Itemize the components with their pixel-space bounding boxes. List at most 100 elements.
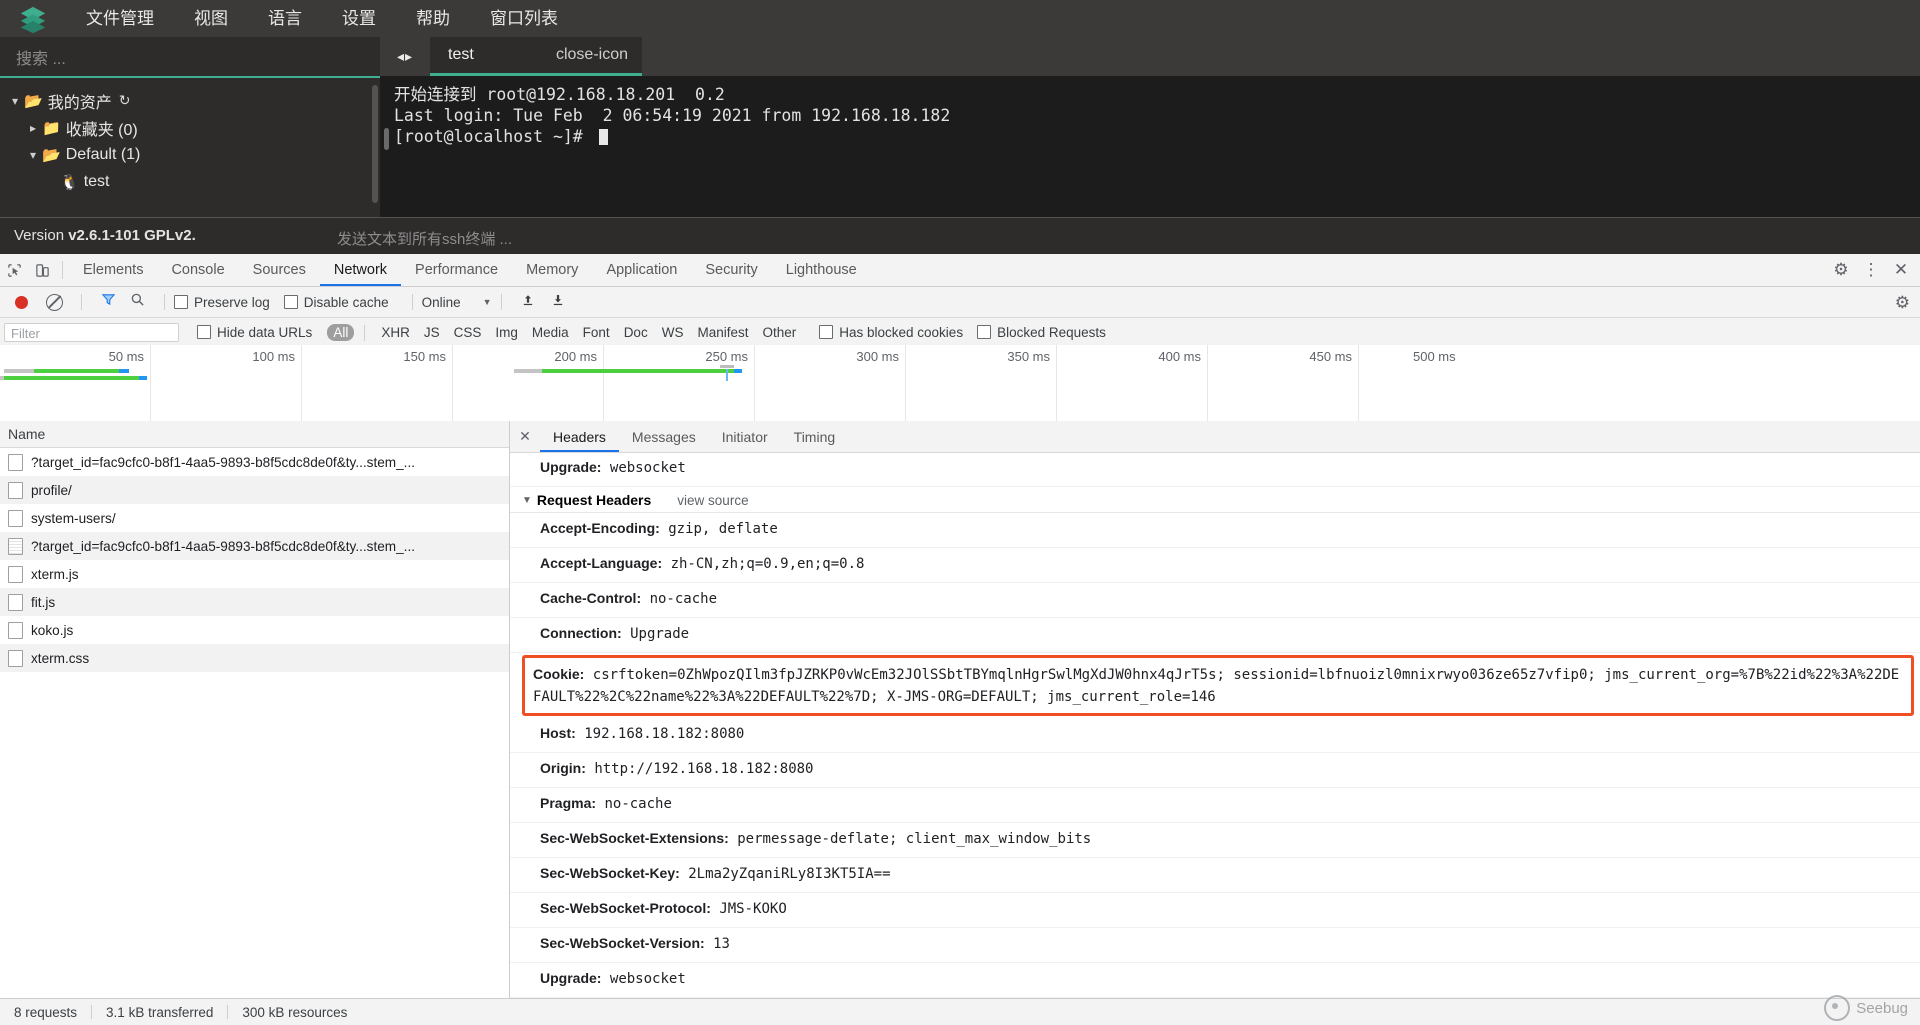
script-doc-icon [8,594,23,611]
has-blocked-cookies-checkbox[interactable]: Has blocked cookies [819,325,963,340]
chevron-down-icon[interactable]: ▾ [6,94,24,108]
sidebar-scrollbar[interactable] [372,85,378,203]
tab-memory[interactable]: Memory [512,255,592,286]
checkbox-box[interactable] [819,325,833,339]
table-row[interactable]: ?target_id=fac9cfc0-b8f1-4aa5-9893-b8f5c… [0,448,509,476]
terminal-output[interactable]: 开始连接到 root@192.168.18.201 0.2 Last login… [380,76,1920,217]
close-icon[interactable]: ✕ [510,428,540,445]
detail-tab-initiator[interactable]: Initiator [709,422,781,452]
funnel-filter-icon[interactable] [101,292,116,312]
tab-lighthouse[interactable]: Lighthouse [772,255,871,286]
request-name: koko.js [31,623,73,638]
header-value: gzip, deflate [668,521,778,537]
tree-node-test-host[interactable]: 🐧 test [0,168,380,195]
timeline-tick: 100 ms [252,349,295,364]
tree-node-favorites[interactable]: ▸ 📁 收藏夹 (0) [0,114,380,141]
table-row[interactable]: koko.js [0,616,509,644]
header-value: websocket [610,460,686,476]
headers-list[interactable]: Upgrade: websocket ▼ Request Headers vie… [510,452,1920,1025]
table-row[interactable]: ?target_id=fac9cfc0-b8f1-4aa5-9893-b8f5c… [0,532,509,560]
triangle-down-icon[interactable]: ▼ [522,495,532,506]
table-row[interactable]: system-users/ [0,504,509,532]
detail-tab-messages[interactable]: Messages [619,422,709,452]
tab-console[interactable]: Console [157,255,238,286]
table-row[interactable]: profile/ [0,476,509,504]
tree-node-default[interactable]: ▾ 📂 Default (1) [0,141,380,168]
filter-type-css[interactable]: CSS [448,324,488,341]
request-name: system-users/ [31,511,116,526]
checkbox-box[interactable] [284,295,298,309]
clear-circle-slash-icon[interactable] [46,294,63,311]
filter-type-ws[interactable]: WS [656,324,690,341]
tab-application[interactable]: Application [592,255,691,286]
header-row: Cache-Control: no-cache [510,583,1920,618]
header-row: Connection: Upgrade [510,618,1920,653]
throttling-select[interactable]: Online ▼ [422,295,492,310]
tab-network[interactable]: Network [320,255,401,286]
close-icon[interactable]: ✕ [1886,255,1916,285]
tab-elements[interactable]: Elements [69,255,157,286]
tab-performance[interactable]: Performance [401,255,512,286]
menu-language[interactable]: 语言 [248,0,322,37]
device-toolbar-icon[interactable] [28,256,56,284]
blocked-requests-checkbox[interactable]: Blocked Requests [977,325,1106,340]
filter-input[interactable]: Filter [4,323,179,342]
import-har-up-arrow-icon[interactable] [521,293,535,312]
detail-tab-headers[interactable]: Headers [540,422,619,452]
header-row: Pragma: no-cache [510,788,1920,823]
table-row[interactable]: fit.js [0,588,509,616]
hide-data-urls-checkbox[interactable]: Hide data URLs [197,325,312,340]
tree-node-my-assets[interactable]: ▾ 📂 我的资产 ↻ [0,87,380,114]
chevron-right-icon[interactable]: ▸ [24,121,42,135]
export-har-down-arrow-icon[interactable] [551,293,565,312]
menu-window-list[interactable]: 窗口列表 [470,0,578,37]
search-icon[interactable] [130,292,145,312]
filter-type-xhr[interactable]: XHR [375,324,416,341]
asset-search-input[interactable]: 搜索 ... [0,37,380,78]
detail-tab-timing[interactable]: Timing [781,422,849,452]
close-icon[interactable]: close-icon [556,46,628,64]
menu-file-management[interactable]: 文件管理 [66,0,174,37]
header-value: JMS-KOKO [719,901,786,917]
filter-type-media[interactable]: Media [526,324,575,341]
menu-settings[interactable]: 设置 [322,0,396,37]
network-settings-gear-icon[interactable]: ⚙ [1895,293,1910,313]
request-headers-section[interactable]: ▼ Request Headers view source [510,487,1920,513]
send-to-all-terminals-input[interactable]: 发送文本到所有ssh终端 ... [337,228,512,249]
folder-open-icon: 📂 [24,92,43,110]
terminal-tab-test[interactable]: test close-icon [430,37,642,76]
table-row[interactable]: xterm.js [0,560,509,588]
tab-security[interactable]: Security [691,255,771,286]
header-value: 2Lma2yZqaniRLy8I3KT5IA== [688,866,890,882]
inspect-cursor-icon[interactable] [0,256,28,284]
version-prefix: Version [14,227,68,244]
devtools-tabbar-actions: ⚙ ⋮ ✕ [1826,254,1916,286]
filter-type-font[interactable]: Font [577,324,616,341]
terminal-scrollbar[interactable] [384,128,389,150]
filter-type-js[interactable]: JS [418,324,446,341]
gear-icon[interactable]: ⚙ [1826,255,1856,285]
menu-view[interactable]: 视图 [174,0,248,37]
checkbox-box[interactable] [197,325,211,339]
header-value: 192.168.18.182:8080 [584,726,744,742]
filter-type-all[interactable]: All [327,324,354,341]
prev-next-arrows-icon[interactable]: ◂▸ [380,37,430,76]
record-stop-icon[interactable] [15,296,28,309]
refresh-icon[interactable]: ↻ [119,92,131,109]
preserve-log-checkbox[interactable]: Preserve log [174,295,270,310]
chevron-down-icon[interactable]: ▾ [24,148,42,162]
tab-sources[interactable]: Sources [239,255,320,286]
filter-type-manifest[interactable]: Manifest [691,324,754,341]
table-row[interactable]: xterm.css [0,644,509,672]
more-vertical-icon[interactable]: ⋮ [1856,255,1886,285]
view-source-link[interactable]: view source [677,493,748,508]
disable-cache-checkbox[interactable]: Disable cache [284,295,389,310]
menu-help[interactable]: 帮助 [396,0,470,37]
checkbox-box[interactable] [174,295,188,309]
filter-type-img[interactable]: Img [489,324,524,341]
network-overview-timeline[interactable]: 50 ms 100 ms 150 ms 200 ms 250 ms 300 ms… [0,345,1920,422]
filter-type-other[interactable]: Other [756,324,802,341]
chevron-down-icon[interactable]: ▼ [483,297,492,307]
checkbox-box[interactable] [977,325,991,339]
filter-type-doc[interactable]: Doc [618,324,654,341]
